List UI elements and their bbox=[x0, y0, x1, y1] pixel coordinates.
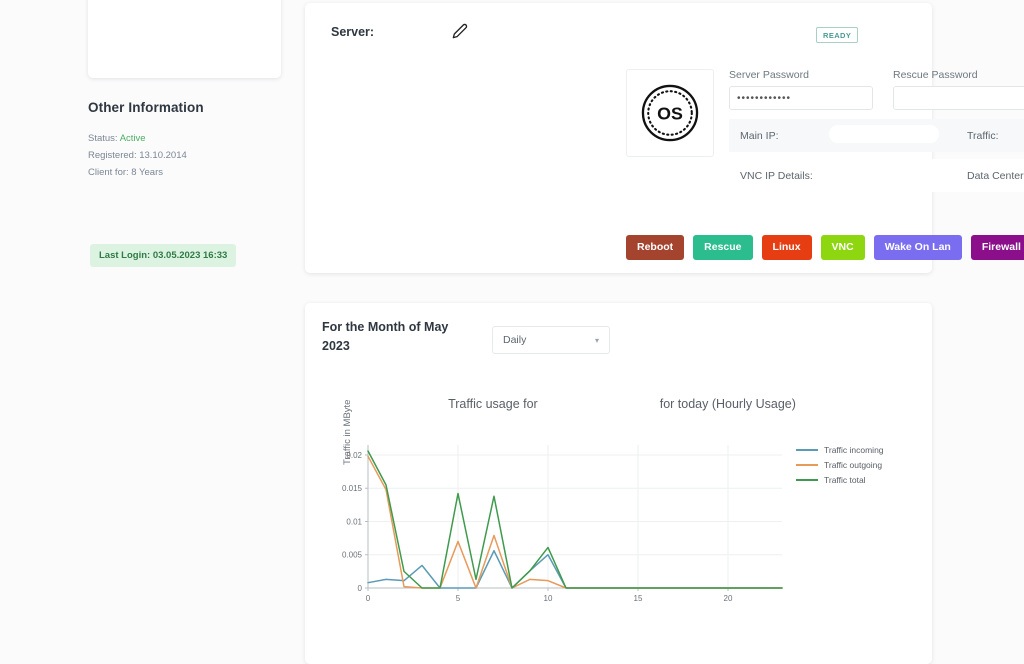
svg-text:0: 0 bbox=[358, 584, 363, 593]
edit-pencil-square-icon[interactable] bbox=[452, 23, 468, 44]
os-circle-icon: OS bbox=[637, 80, 703, 146]
traffic-label: Traffic: bbox=[967, 130, 1024, 142]
rescue-password-group: Rescue Password bbox=[893, 69, 1024, 110]
legend-swatch-icon bbox=[796, 464, 818, 466]
vnc-ip-datacenter-row: VNC IP Details: Data Center: FSN1-DC15 bbox=[729, 159, 1024, 192]
legend-item-2[interactable]: Traffic total bbox=[796, 475, 884, 485]
legend-swatch-icon bbox=[796, 449, 818, 451]
last-login-badge: Last Login: 03.05.2023 16:33 bbox=[90, 244, 236, 267]
server-details-card: Server: READY OS Server Password bbox=[305, 3, 932, 273]
rescue-password-row bbox=[893, 86, 1024, 110]
legend-label: Traffic outgoing bbox=[824, 460, 882, 470]
registered-line: Registered: 13.10.2014 bbox=[88, 150, 187, 161]
traffic-line-chart: 00.0050.010.0150.0205101520 bbox=[322, 435, 792, 610]
svg-text:OS: OS bbox=[657, 104, 683, 124]
svg-text:0.015: 0.015 bbox=[342, 484, 363, 493]
server-password-input[interactable] bbox=[730, 87, 873, 109]
legend-item-1[interactable]: Traffic outgoing bbox=[796, 460, 884, 470]
legend-swatch-icon bbox=[796, 479, 818, 481]
traffic-chart-card: For the Month of May 2023 Daily ▾ Traffi… bbox=[305, 303, 932, 664]
server-label: Server: bbox=[331, 25, 374, 39]
status-badge: READY bbox=[816, 27, 858, 43]
chart-title-prefix: Traffic usage for bbox=[448, 397, 538, 411]
chart-period-title: For the Month of May 2023 bbox=[322, 318, 467, 357]
server-header: Server: bbox=[331, 25, 374, 39]
svg-text:0.005: 0.005 bbox=[342, 551, 363, 560]
chart-title-suffix: for today (Hourly Usage) bbox=[660, 397, 796, 411]
chart-plot-area: Traffic in MByte 00.0050.010.0150.020510… bbox=[322, 435, 915, 610]
vnc-ip-details-label: VNC IP Details: bbox=[729, 170, 829, 182]
status-line: Status: Active bbox=[88, 133, 146, 144]
data-center-label: Data Center: bbox=[967, 170, 1024, 182]
svg-text:10: 10 bbox=[544, 594, 553, 603]
rescue-password-label: Rescue Password bbox=[893, 69, 1024, 81]
server-password-row bbox=[729, 86, 873, 110]
main-ip-value bbox=[829, 125, 967, 146]
svg-text:5: 5 bbox=[456, 594, 461, 603]
y-axis-title: Traffic in MByte bbox=[342, 400, 353, 465]
reboot-button[interactable]: Reboot bbox=[626, 235, 684, 260]
rescue-button[interactable]: Rescue bbox=[693, 235, 752, 260]
server-action-buttons: Reboot Rescue Linux VNC Wake On Lan Fire… bbox=[626, 235, 1024, 260]
linux-button[interactable]: Linux bbox=[762, 235, 812, 260]
main-ip-traffic-row: Main IP: Traffic: Unlimited TB bbox=[729, 119, 1024, 152]
vnc-button[interactable]: VNC bbox=[821, 235, 865, 260]
svg-text:15: 15 bbox=[634, 594, 643, 603]
svg-text:0: 0 bbox=[366, 594, 371, 603]
chart-title: Traffic usage for for today (Hourly Usag… bbox=[322, 397, 922, 411]
page-root: mind that your website is backed up and … bbox=[0, 0, 1024, 664]
svg-text:0.01: 0.01 bbox=[346, 517, 362, 526]
client-for-line: Client for: 8 Years bbox=[88, 167, 163, 178]
other-information-heading: Other Information bbox=[88, 100, 204, 115]
firewall-button[interactable]: Firewall bbox=[971, 235, 1024, 260]
interval-select[interactable]: Daily ▾ bbox=[492, 326, 610, 354]
status-value: Active bbox=[120, 133, 146, 144]
legend-label: Traffic total bbox=[824, 475, 866, 485]
legend-item-0[interactable]: Traffic incoming bbox=[796, 445, 884, 455]
main-ip-label: Main IP: bbox=[729, 130, 829, 142]
chart-legend: Traffic incoming Traffic outgoing Traffic … bbox=[796, 445, 884, 490]
rescue-password-input[interactable] bbox=[894, 87, 1024, 109]
backup-notice-card: mind that your website is backed up and … bbox=[88, 0, 281, 78]
interval-select-value: Daily bbox=[503, 334, 595, 346]
legend-label: Traffic incoming bbox=[824, 445, 884, 455]
server-password-label: Server Password bbox=[729, 69, 873, 81]
server-password-group: Server Password bbox=[729, 69, 873, 110]
svg-text:20: 20 bbox=[724, 594, 733, 603]
main-ip-redacted bbox=[829, 125, 939, 143]
wake-on-lan-button[interactable]: Wake On Lan bbox=[874, 235, 962, 260]
status-key-label: Status: bbox=[88, 133, 120, 144]
os-logo: OS bbox=[626, 69, 714, 157]
chevron-down-icon: ▾ bbox=[595, 336, 599, 345]
